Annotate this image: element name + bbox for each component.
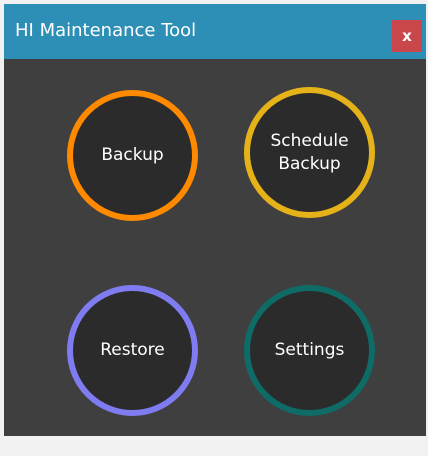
backup-button[interactable]: Backup <box>67 90 198 221</box>
restore-button[interactable]: Restore <box>67 285 198 416</box>
bottom-strip <box>0 436 428 456</box>
schedule-backup-button-label: Schedule Backup <box>270 130 349 174</box>
settings-button-label: Settings <box>274 340 345 360</box>
window-title: HI Maintenance Tool <box>15 20 197 41</box>
backup-button-label: Backup <box>101 145 164 165</box>
close-button[interactable]: x <box>392 20 422 52</box>
restore-button-label: Restore <box>100 340 165 360</box>
settings-button[interactable]: Settings <box>244 285 375 416</box>
schedule-backup-button[interactable]: Schedule Backup <box>244 87 375 218</box>
app-window: HI Maintenance Tool x Backup Schedule Ba… <box>4 4 426 436</box>
close-icon: x <box>402 27 412 45</box>
title-bar[interactable]: HI Maintenance Tool x <box>4 4 426 59</box>
